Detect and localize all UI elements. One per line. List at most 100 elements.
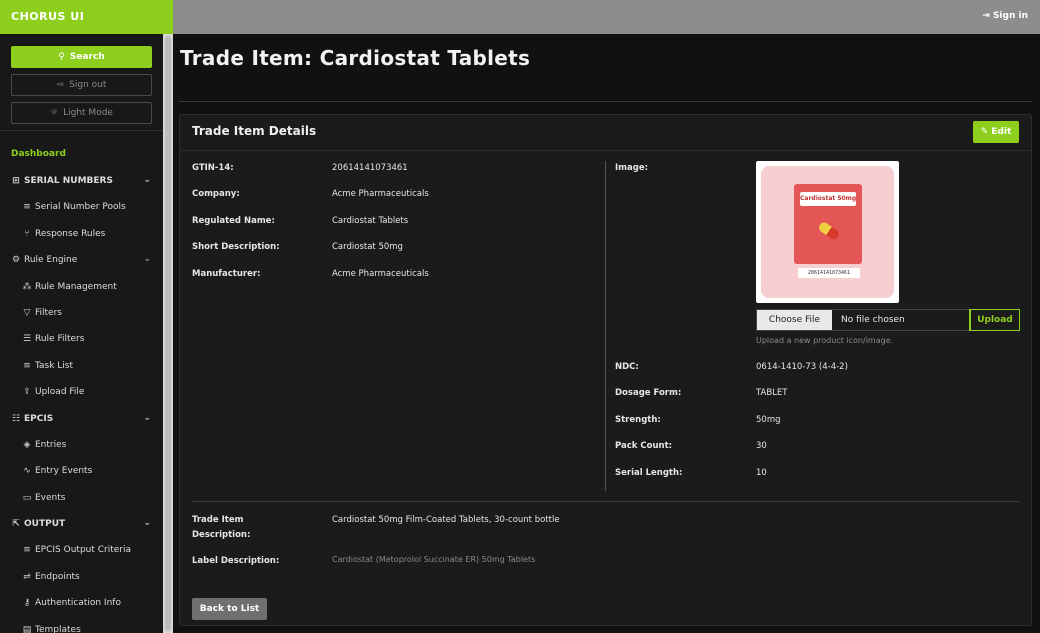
file-upload-row: Choose File No file chosen Upload — [756, 309, 1020, 331]
sidebar-item-entries[interactable]: ◈ Entries — [0, 435, 163, 455]
light-mode-button[interactable]: ☼ Light Mode — [11, 102, 152, 124]
top-bar: CHORUS UI ⇥ Sign in — [0, 0, 1040, 34]
sidebar-section-output[interactable]: ⇱ OUTPUT ⌄ — [0, 514, 163, 534]
sign-in-label: Sign in — [992, 11, 1028, 21]
output-criteria-label: EPCIS Output Criteria — [35, 545, 132, 555]
company-label: Company: — [192, 189, 240, 199]
upload-hint: Upload a new product icon/image. — [756, 336, 894, 345]
cube-icon: ◈ — [23, 440, 31, 450]
sidebar-item-upload-file[interactable]: ⇪ Upload File — [0, 382, 163, 402]
serial-pools-label: Serial Number Pools — [35, 202, 126, 212]
page-title: Trade Item: Cardiostat Tablets — [180, 46, 531, 70]
sidebar-item-serial-number-pools[interactable]: ≡ Serial Number Pools — [0, 197, 163, 217]
sliders-icon: ☰ — [22, 334, 32, 344]
scrollbar-thumb[interactable] — [165, 36, 171, 631]
endpoints-label: Endpoints — [35, 572, 80, 582]
dosage-form-label: Dosage Form: — [615, 388, 682, 398]
serial-section-label: SERIAL NUMBERS — [24, 176, 113, 186]
edit-icon: ✎ — [980, 127, 989, 137]
sidebar-item-events[interactable]: ▭ Events — [0, 488, 163, 508]
sidebar-item-task-list[interactable]: ≡ Task List — [0, 356, 163, 376]
dashboard-label: Dashboard — [11, 149, 66, 159]
label-description-label: Label Description: — [192, 556, 280, 566]
back-to-list-button[interactable]: Back to List — [192, 598, 267, 620]
endpoint-icon: ⇌ — [23, 572, 31, 582]
product-image: Cardiostat 50mg 20614141073461 — [756, 161, 899, 303]
sidebar-item-rule-management[interactable]: ⁂ Rule Management — [0, 277, 163, 297]
sidebar-item-rule-filters[interactable]: ☰ Rule Filters — [0, 329, 163, 349]
chevron-down-icon: ⌄ — [143, 413, 151, 423]
rule-engine-label: Rule Engine — [24, 255, 78, 265]
column-divider — [605, 161, 606, 491]
edit-button[interactable]: ✎ Edit — [973, 121, 1019, 143]
card-header-divider — [180, 150, 1031, 151]
key-icon: ⚷ — [23, 598, 31, 608]
company-value: Acme Pharmaceuticals — [332, 189, 429, 199]
pack-label-text: Cardiostat 50mg — [800, 192, 856, 206]
image-label: Image: — [615, 163, 649, 173]
branch-icon: ⑂ — [24, 229, 30, 239]
choose-file-button[interactable]: Choose File — [757, 310, 832, 330]
pack-barcode-text: 20614141073461 — [798, 268, 860, 278]
chevron-down-icon: ⌄ — [143, 254, 151, 264]
brand-logo[interactable]: CHORUS UI — [0, 0, 173, 34]
trade-item-details-card: Trade Item Details ✎ Edit GTIN-14: 20614… — [179, 114, 1032, 626]
rule-management-label: Rule Management — [35, 282, 117, 292]
sidebar-item-entry-events[interactable]: ∿ Entry Events — [0, 461, 163, 481]
product-image-background: Cardiostat 50mg 20614141073461 — [761, 166, 894, 298]
gtin-value: 20614141073461 — [332, 163, 408, 173]
trade-item-description-label-line2: Description: — [192, 530, 251, 540]
output-label: OUTPUT — [24, 519, 66, 529]
chevron-down-icon: ⌄ — [143, 175, 151, 185]
epcis-label: EPCIS — [24, 414, 54, 424]
list-icon: ≡ — [23, 202, 31, 212]
hierarchy-icon: ⁂ — [22, 282, 32, 292]
product-pack-illustration: Cardiostat 50mg — [794, 184, 862, 264]
entries-label: Entries — [35, 440, 67, 450]
rule-filters-label: Rule Filters — [35, 334, 85, 344]
regulated-name-label: Regulated Name: — [192, 216, 275, 226]
sidebar-scrollbar[interactable] — [163, 34, 173, 633]
serial-length-label: Serial Length: — [615, 468, 683, 478]
sidebar-item-authentication-info[interactable]: ⚷ Authentication Info — [0, 593, 163, 613]
serial-length-value: 10 — [756, 468, 767, 478]
strength-value: 50mg — [756, 415, 781, 425]
short-description-value: Cardiostat 50mg — [332, 242, 403, 252]
sign-in-icon: ⇥ — [982, 11, 990, 21]
ndc-label: NDC: — [615, 362, 639, 372]
pill-icon — [817, 220, 841, 242]
sidebar-section-serial-numbers[interactable]: ⊞ SERIAL NUMBERS ⌄ — [0, 171, 163, 191]
pack-count-value: 30 — [756, 441, 767, 451]
sidebar-divider — [0, 130, 163, 131]
ndc-value: 0614-1410-73 (4-4-2) — [756, 362, 848, 372]
label-description-value: Cardiostat (Metoprolol Succinate ER) 50m… — [332, 555, 536, 564]
upload-button[interactable]: Upload — [969, 309, 1020, 331]
sidebar-item-filters[interactable]: ▽ Filters — [0, 303, 163, 323]
sidebar-section-rule-engine[interactable]: ⚙ Rule Engine ⌄ — [0, 250, 163, 270]
search-button[interactable]: ⚲ Search — [11, 46, 152, 68]
sidebar-item-dashboard[interactable]: Dashboard — [0, 144, 163, 164]
upload-file-label: Upload File — [35, 387, 85, 397]
sign-out-label: Sign out — [69, 80, 107, 90]
sidebar-item-endpoints[interactable]: ⇌ Endpoints — [0, 567, 163, 587]
upload-icon: ⇪ — [23, 387, 31, 397]
task-list-label: Task List — [35, 361, 74, 371]
trade-item-description-value: Cardiostat 50mg Film-Coated Tablets, 30-… — [332, 515, 560, 525]
dosage-form-value: TABLET — [756, 388, 788, 398]
sidebar-item-epcis-output-criteria[interactable]: ≡ EPCIS Output Criteria — [0, 540, 163, 560]
search-icon: ⚲ — [58, 52, 65, 62]
database-icon: ☷ — [11, 414, 21, 424]
search-button-label: Search — [69, 52, 105, 62]
sidebar-item-response-rules[interactable]: ⑂ Response Rules — [0, 224, 163, 244]
list-icon: ≡ — [23, 361, 31, 371]
title-divider — [179, 101, 1032, 102]
regulated-name-value: Cardiostat Tablets — [332, 216, 409, 226]
sign-in-link[interactable]: ⇥ Sign in — [982, 11, 1028, 21]
sidebar-section-epcis[interactable]: ☷ EPCIS ⌄ — [0, 409, 163, 429]
entry-events-label: Entry Events — [35, 466, 93, 476]
events-label: Events — [35, 493, 66, 503]
pack-count-label: Pack Count: — [615, 441, 673, 451]
sign-out-button[interactable]: ⇨ Sign out — [11, 74, 152, 96]
short-description-label: Short Description: — [192, 242, 280, 252]
sidebar-item-templates[interactable]: ▤ Templates — [0, 620, 163, 633]
